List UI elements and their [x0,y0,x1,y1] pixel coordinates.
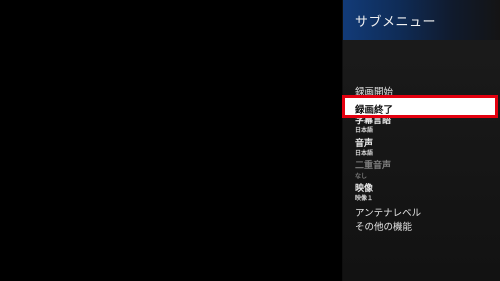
submenu-list: 録画開始 字幕言語 日本語 音声 日本語 二重音声 なし 映像 映像１ アンテナ… [343,0,500,281]
menu-item-video-value: 映像１ [355,195,374,202]
menu-item-other-functions[interactable]: その他の機能 [355,223,412,233]
tv-screen: サブメニュー 録画開始 字幕言語 日本語 音声 日本語 二重音声 なし 映像 映… [0,0,500,281]
menu-item-record-stop[interactable]: 録画終了 [342,95,498,118]
video-area [0,0,342,281]
menu-item-audio-value: 日本語 [355,150,374,157]
menu-item-audio[interactable]: 音声 [355,140,373,149]
menu-item-record-stop-label: 録画終了 [355,105,394,116]
menu-item-subtitle-language[interactable]: 字幕言語 [355,117,391,126]
menu-item-dual-audio-value: なし [355,173,368,180]
menu-item-subtitle-language-value: 日本語 [355,127,374,134]
menu-item-video[interactable]: 映像 [355,185,373,194]
submenu-panel: サブメニュー 録画開始 字幕言語 日本語 音声 日本語 二重音声 なし 映像 映… [342,0,500,281]
menu-item-dual-audio: 二重音声 [355,161,392,171]
menu-item-antenna-level[interactable]: アンテナレベル [355,209,421,219]
